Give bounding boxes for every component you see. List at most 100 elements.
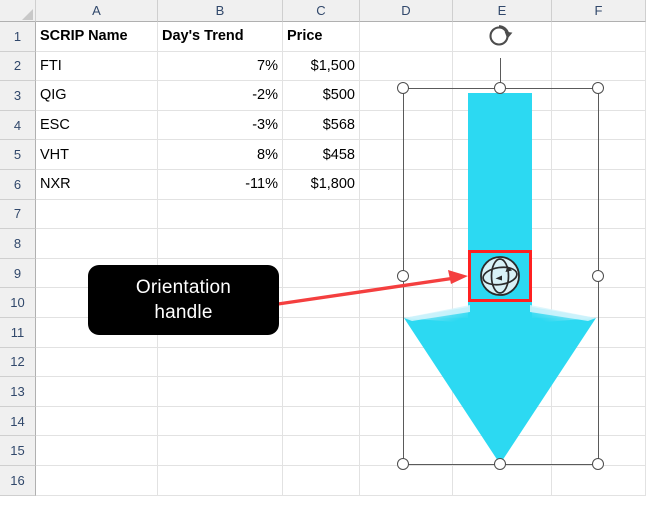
row-header-13[interactable]: 13 [0, 377, 36, 407]
cell-b6[interactable]: -11% [158, 170, 283, 200]
row-header-3[interactable]: 3 [0, 81, 36, 111]
row-header-14[interactable]: 14 [0, 406, 36, 437]
cell-c13[interactable] [283, 377, 360, 407]
cell-a14[interactable] [36, 406, 158, 437]
cell-f2[interactable] [552, 51, 646, 82]
cell-d2[interactable] [360, 51, 453, 82]
column-header-e[interactable]: E [453, 0, 552, 22]
cell-a13[interactable] [36, 377, 158, 407]
cell-c1[interactable]: Price [283, 22, 360, 52]
cell-d11[interactable] [360, 318, 453, 348]
cell-e5[interactable] [453, 140, 552, 170]
cell-c14[interactable] [283, 406, 360, 437]
cell-d8[interactable] [360, 229, 453, 259]
row-header-1[interactable]: 1 [0, 22, 36, 52]
worksheet-grid[interactable]: ABCDEF 1 2 3 4 5 6 7 8 9 10 11 12 13 14 15 16 SCRIP Nam… [0, 0, 646, 506]
cell-b12[interactable] [158, 347, 283, 378]
cell-b1[interactable]: Day's Trend [158, 22, 283, 52]
row-header-11[interactable]: 11 [0, 318, 36, 348]
cell-f10[interactable] [552, 288, 646, 318]
cell-e16[interactable] [453, 466, 552, 496]
cell-d13[interactable] [360, 377, 453, 407]
cell-b5[interactable]: 8% [158, 140, 283, 170]
cell-c12[interactable] [283, 347, 360, 378]
row-header-4[interactable]: 4 [0, 110, 36, 141]
cell-a6[interactable]: NXR [36, 170, 158, 200]
cell-b15[interactable] [158, 436, 283, 466]
column-header-c[interactable]: C [283, 0, 360, 22]
column-header-b[interactable]: B [158, 0, 283, 22]
cell-a4[interactable]: ESC [36, 110, 158, 141]
cell-d15[interactable] [360, 436, 453, 466]
cell-b4[interactable]: -3% [158, 110, 283, 141]
column-header-a[interactable]: A [36, 0, 158, 22]
cell-d12[interactable] [360, 347, 453, 378]
cell-e9[interactable] [453, 258, 552, 289]
select-all-corner-button[interactable] [0, 0, 36, 22]
column-header-f[interactable]: F [552, 0, 646, 22]
row-header-5[interactable]: 5 [0, 140, 36, 170]
cell-a3[interactable]: QIG [36, 81, 158, 111]
cell-f5[interactable] [552, 140, 646, 170]
cell-c2[interactable]: $1,500 [283, 51, 360, 82]
cell-c9[interactable] [283, 258, 360, 289]
row-header-10[interactable]: 10 [0, 288, 36, 318]
cell-f6[interactable] [552, 170, 646, 200]
cell-f4[interactable] [552, 110, 646, 141]
cell-f15[interactable] [552, 436, 646, 466]
cell-a7[interactable] [36, 199, 158, 230]
cell-f9[interactable] [552, 258, 646, 289]
cell-c11[interactable] [283, 318, 360, 348]
cell-c15[interactable] [283, 436, 360, 466]
row-header-9[interactable]: 9 [0, 258, 36, 289]
cell-c3[interactable]: $500 [283, 81, 360, 111]
row-header-15[interactable]: 15 [0, 436, 36, 466]
cell-f16[interactable] [552, 466, 646, 496]
cell-c8[interactable] [283, 229, 360, 259]
cell-f8[interactable] [552, 229, 646, 259]
row-header-7[interactable]: 7 [0, 199, 36, 230]
cell-e1[interactable] [453, 22, 552, 52]
cell-d3[interactable] [360, 81, 453, 111]
row-header-2[interactable]: 2 [0, 51, 36, 82]
row-header-8[interactable]: 8 [0, 229, 36, 259]
cell-f3[interactable] [552, 81, 646, 111]
cell-c7[interactable] [283, 199, 360, 230]
cell-d9[interactable] [360, 258, 453, 289]
cell-b7[interactable] [158, 199, 283, 230]
cell-a1[interactable]: SCRIP Name [36, 22, 158, 52]
row-header-16[interactable]: 16 [0, 466, 36, 496]
cell-f14[interactable] [552, 406, 646, 437]
cell-a16[interactable] [36, 466, 158, 496]
cell-b13[interactable] [158, 377, 283, 407]
cell-d5[interactable] [360, 140, 453, 170]
cell-e3[interactable] [453, 81, 552, 111]
cell-e6[interactable] [453, 170, 552, 200]
cell-e11[interactable] [453, 318, 552, 348]
cell-d14[interactable] [360, 406, 453, 437]
cell-d4[interactable] [360, 110, 453, 141]
cell-e4[interactable] [453, 110, 552, 141]
cell-b16[interactable] [158, 466, 283, 496]
cell-c16[interactable] [283, 466, 360, 496]
cell-c5[interactable]: $458 [283, 140, 360, 170]
cell-e14[interactable] [453, 406, 552, 437]
cell-e13[interactable] [453, 377, 552, 407]
cell-a2[interactable]: FTI [36, 51, 158, 82]
cell-e15[interactable] [453, 436, 552, 466]
row-header-12[interactable]: 12 [0, 347, 36, 378]
cell-a5[interactable]: VHT [36, 140, 158, 170]
cell-a8[interactable] [36, 229, 158, 259]
cell-d1[interactable] [360, 22, 453, 52]
cell-d16[interactable] [360, 466, 453, 496]
cell-e2[interactable] [453, 51, 552, 82]
cell-f1[interactable] [552, 22, 646, 52]
column-header-d[interactable]: D [360, 0, 453, 22]
cell-b8[interactable] [158, 229, 283, 259]
cell-c4[interactable]: $568 [283, 110, 360, 141]
cell-c6[interactable]: $1,800 [283, 170, 360, 200]
cell-f11[interactable] [552, 318, 646, 348]
cell-a15[interactable] [36, 436, 158, 466]
cell-f12[interactable] [552, 347, 646, 378]
cell-a12[interactable] [36, 347, 158, 378]
